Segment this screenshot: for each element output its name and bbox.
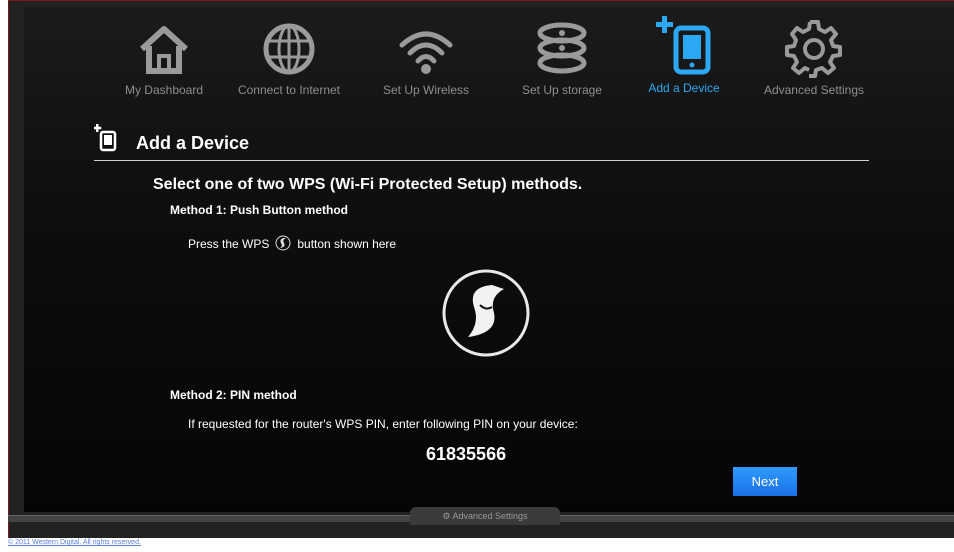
app-frame: My Dashboard Connect to Internet Set Up … bbox=[8, 0, 954, 538]
add-device-icon bbox=[94, 124, 117, 152]
method1-text-before: Press the WPS bbox=[188, 237, 270, 251]
wps-icon bbox=[275, 235, 291, 251]
nav-item-connect-to-internet[interactable]: Connect to Internet bbox=[229, 17, 349, 112]
nav-item-set-up-wireless[interactable]: Set Up Wireless bbox=[366, 17, 486, 112]
home-icon bbox=[139, 26, 189, 74]
gear-icon: ⚙ bbox=[442, 511, 451, 521]
main-panel: My Dashboard Connect to Internet Set Up … bbox=[24, 7, 954, 512]
nav-item-advanced-settings[interactable]: Advanced Settings bbox=[754, 17, 874, 112]
nav-item-add-a-device[interactable]: Add a Device bbox=[624, 16, 744, 112]
wifi-icon bbox=[399, 31, 453, 74]
nav-label: Set Up storage bbox=[521, 83, 603, 97]
instruction-heading: Select one of two WPS (Wi-Fi Protected S… bbox=[153, 176, 583, 193]
storage-icon bbox=[537, 22, 587, 74]
globe-icon bbox=[263, 23, 315, 75]
nav-label: My Dashboard bbox=[124, 83, 204, 97]
nav-label: Add a Device bbox=[648, 81, 720, 95]
page-title-row: Add a Device bbox=[94, 124, 869, 161]
copyright-link[interactable]: © 2011 Western Digital. All rights reser… bbox=[8, 539, 141, 546]
page-title: Add a Device bbox=[136, 133, 250, 153]
method1-text-after: button shown here bbox=[297, 237, 397, 251]
add-device-icon bbox=[656, 16, 711, 75]
advanced-settings-tab[interactable]: ⚙ Advanced Settings bbox=[410, 507, 560, 525]
next-button[interactable]: Next bbox=[733, 467, 797, 496]
nav-item-my-dashboard[interactable]: My Dashboard bbox=[104, 17, 224, 112]
method2-instruction: If requested for the router's WPS PIN, e… bbox=[188, 417, 578, 431]
gear-icon bbox=[785, 20, 842, 78]
advanced-settings-tab-label: Advanced Settings bbox=[452, 511, 528, 521]
nav-item-set-up-storage[interactable]: Set Up storage bbox=[502, 17, 622, 112]
method2-title: Method 2: PIN method bbox=[170, 388, 297, 402]
nav-label: Connect to Internet bbox=[237, 83, 341, 97]
wps-button-icon bbox=[442, 269, 530, 357]
method1-title: Method 1: Push Button method bbox=[170, 203, 348, 217]
method1-instruction: Press the WPS button shown here bbox=[188, 235, 396, 251]
wps-pin-value: 61835566 bbox=[426, 444, 507, 464]
nav-label: Advanced Settings bbox=[763, 83, 865, 97]
top-navigation: My Dashboard Connect to Internet Set Up … bbox=[24, 7, 954, 112]
nav-label: Set Up Wireless bbox=[382, 83, 470, 97]
